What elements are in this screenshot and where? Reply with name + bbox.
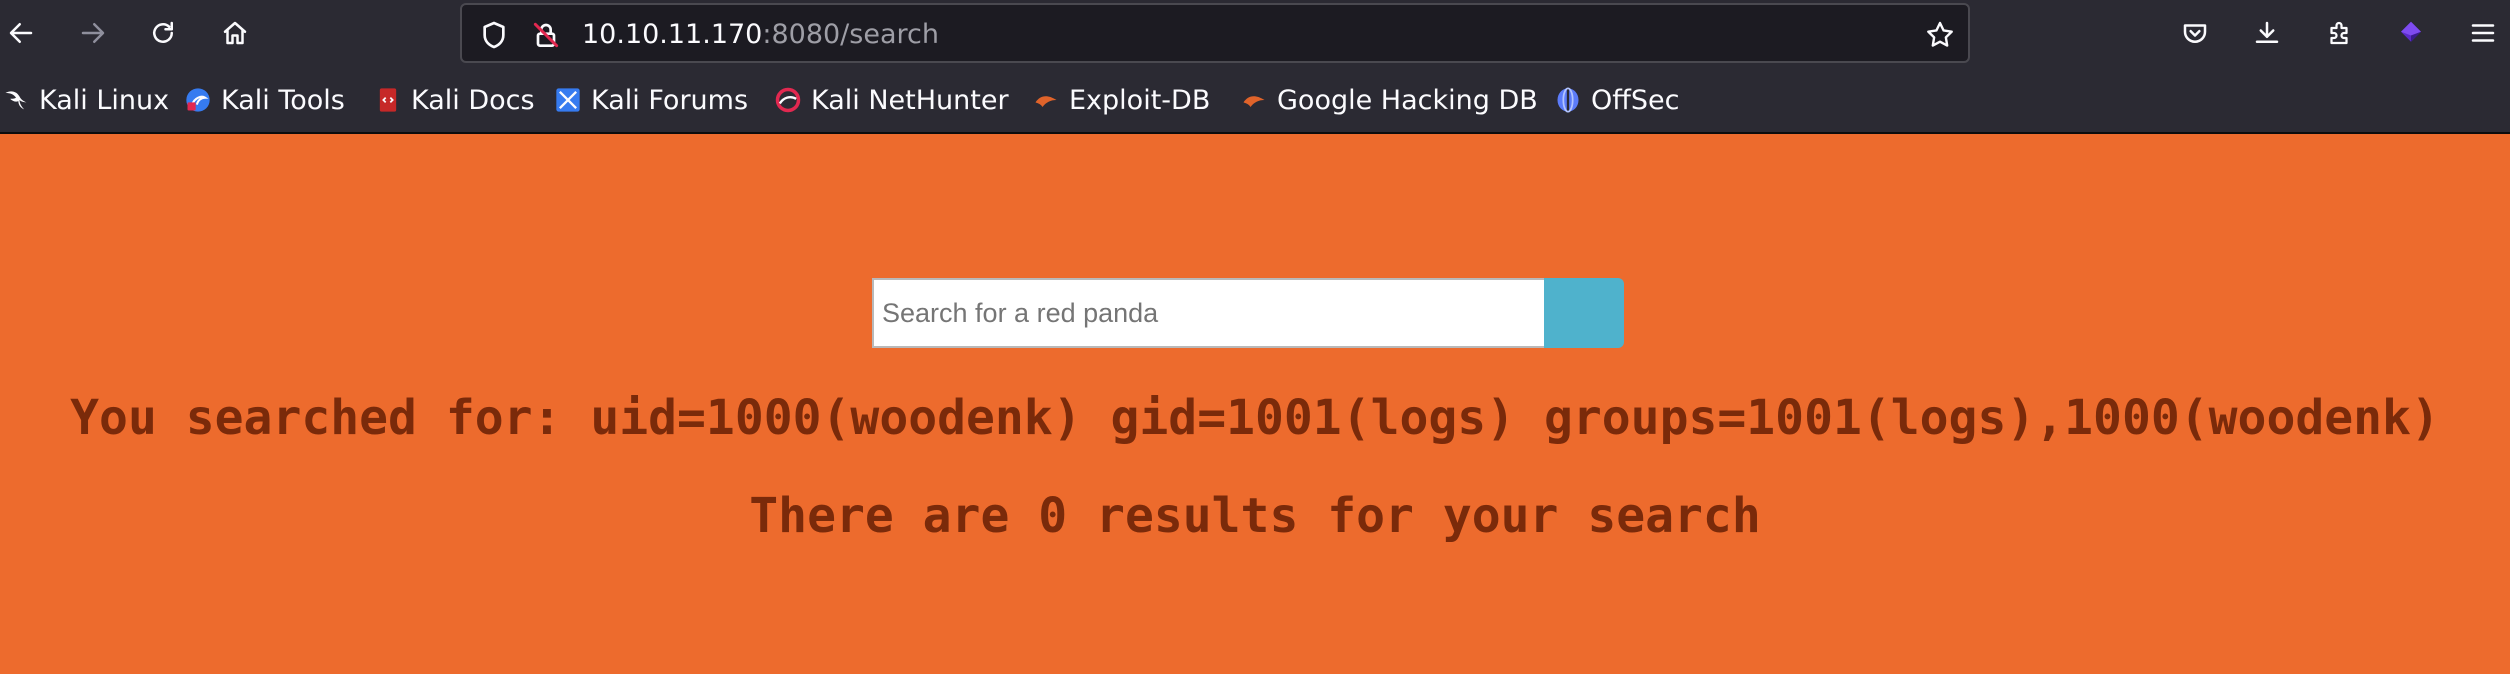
kali-docs-icon: [379, 88, 397, 112]
download-icon: [2255, 21, 2279, 43]
bookmark-kali-docs[interactable]: Kali Docs: [374, 80, 535, 120]
bookmark-google-hacking-db[interactable]: Google Hacking DB: [1240, 80, 1538, 120]
searched-for-text: You searched for: uid=1000(woodenk) gid=…: [70, 390, 2440, 446]
bookmark-offsec[interactable]: OffSec: [1554, 80, 1679, 120]
ghdb-icon: [1243, 96, 1265, 107]
bookmark-label: Kali Docs: [411, 84, 535, 116]
bookmark-kali-linux[interactable]: Kali Linux: [2, 80, 169, 120]
url-path: :8080/search: [762, 19, 939, 50]
pocket-button[interactable]: [2174, 12, 2216, 54]
kali-tools-icon: [186, 88, 210, 112]
bookmark-label: Kali Forums: [591, 84, 749, 116]
forward-button[interactable]: [72, 12, 114, 54]
bookmark-label: Kali Linux: [39, 84, 170, 116]
insecure-lock-icon[interactable]: [530, 19, 562, 51]
page-content: You searched for: uid=1000(woodenk) gid=…: [0, 136, 2510, 674]
bookmark-label: Exploit-DB: [1069, 84, 1211, 116]
kali-forums-icon: [556, 88, 580, 112]
kali-dragon-icon: [5, 91, 27, 110]
bookmark-kali-forums[interactable]: Kali Forums: [554, 80, 748, 120]
search-input[interactable]: [872, 278, 1544, 348]
reload-icon: [153, 21, 173, 43]
url-text[interactable]: 10.10.11.170:8080/search: [582, 19, 939, 51]
bookmark-label: Kali Tools: [221, 84, 345, 116]
search-button[interactable]: [1544, 278, 1624, 348]
bookmark-label: Kali NetHunter: [811, 84, 1009, 116]
bookmark-exploit-db[interactable]: Exploit-DB: [1032, 80, 1210, 120]
url-host: 10.10.11.170: [582, 19, 763, 50]
bookmark-kali-tools[interactable]: Kali Tools: [184, 80, 345, 120]
star-icon[interactable]: [1924, 19, 1956, 51]
arrow-left-icon: [9, 23, 33, 43]
bookmark-kali-nethunter[interactable]: Kali NetHunter: [774, 80, 1009, 120]
downloads-button[interactable]: [2246, 12, 2288, 54]
bookmarks-bar: Kali Linux Kali Tools Kali Docs Kali For…: [0, 66, 2510, 134]
pocket-icon: [2183, 24, 2207, 43]
exploit-db-icon: [1035, 96, 1057, 107]
home-button[interactable]: [214, 12, 256, 54]
search-form: [872, 278, 1624, 348]
kali-nethunter-icon: [775, 87, 801, 113]
browser-toolbar: 10.10.11.170:8080/search: [0, 0, 2510, 66]
shield-icon[interactable]: [478, 19, 510, 51]
bookmark-label: Google Hacking DB: [1277, 84, 1538, 116]
profile-button[interactable]: [2390, 12, 2432, 54]
bookmark-label: OffSec: [1591, 84, 1680, 116]
extensions-button[interactable]: [2318, 12, 2360, 54]
url-bar[interactable]: 10.10.11.170:8080/search: [460, 3, 1970, 63]
reload-button[interactable]: [142, 12, 184, 54]
hamburger-menu-icon: [2471, 24, 2495, 42]
offsec-icon: [1557, 87, 1579, 113]
arrow-right-icon: [81, 23, 105, 43]
profile-icon: [2401, 21, 2421, 42]
results-count-text: There are 0 results for your search: [749, 488, 1761, 544]
back-button[interactable]: [0, 12, 42, 54]
home-icon: [223, 21, 247, 45]
menu-button[interactable]: [2462, 12, 2504, 54]
extensions-icon: [2330, 21, 2348, 45]
